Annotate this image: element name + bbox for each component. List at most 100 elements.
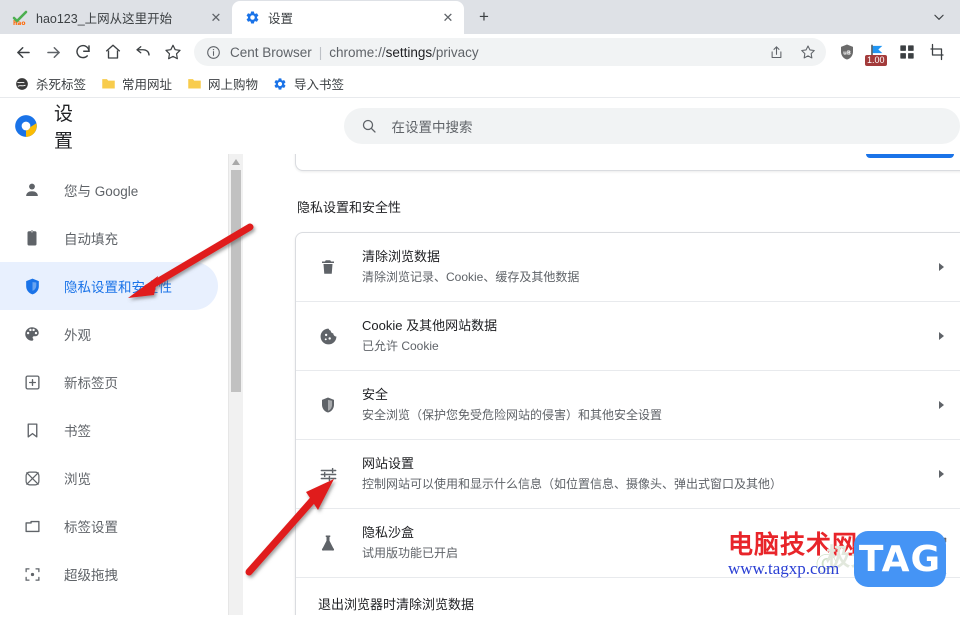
row-cookies[interactable]: Cookie 及其他网站数据 已允许 Cookie xyxy=(296,301,960,370)
flag-extension-icon[interactable]: 1.00 xyxy=(862,37,892,67)
scrollbar-thumb[interactable] xyxy=(231,170,241,392)
row-title: 退出浏览器时清除浏览数据 xyxy=(318,597,475,612)
reload-icon[interactable] xyxy=(68,37,98,67)
super-drag-icon xyxy=(22,564,42,584)
chevron-right-icon[interactable] xyxy=(930,325,952,347)
chrome-settings-logo xyxy=(12,112,40,140)
sidebar-item-label: 新标签页 xyxy=(64,376,118,391)
sidebar-item-privacy-and-security[interactable]: 隐私设置和安全性 xyxy=(0,262,218,310)
browser-tab-settings[interactable]: 设置 ✕ xyxy=(232,1,464,34)
svg-text:uB: uB xyxy=(843,50,851,56)
forward-arrow-icon[interactable] xyxy=(38,37,68,67)
safety-check-row[interactable]: Cent Browser 的安全功能已启用，您可以随时更改这些设置 立即检查 xyxy=(296,154,960,158)
bookmark-folder-common-sites[interactable]: 常用网址 xyxy=(94,71,178,96)
page-scrollbar[interactable] xyxy=(228,154,243,615)
folder-icon xyxy=(186,76,202,92)
row-title: 清除浏览数据 xyxy=(362,249,441,264)
row-clear-browsing-data[interactable]: 清除浏览数据 清除浏览记录、Cookie、缓存及其他数据 xyxy=(296,233,960,301)
site-watermark: Ⓒ 电脑技术网 极光零售 www.tagxp.com www.x27.com T… xyxy=(706,525,952,589)
url-scheme: chrome:// xyxy=(329,44,386,60)
close-icon[interactable]: ✕ xyxy=(440,10,456,26)
tab-settings-icon xyxy=(22,516,42,536)
sidebar-item-new-tab-page[interactable]: 新标签页 xyxy=(0,358,218,406)
sidebar-item-label: 外观 xyxy=(64,328,91,343)
share-icon[interactable] xyxy=(764,40,788,64)
bookmark-label: 杀死标签 xyxy=(36,78,87,92)
sidebar-item-bookmarks[interactable]: 书签 xyxy=(0,406,218,454)
row-security[interactable]: 安全 安全浏览（保护您免受危险网站的侵害）和其他安全设置 xyxy=(296,370,960,439)
row-subtitle: 已允许 Cookie xyxy=(362,339,439,353)
chevron-right-icon[interactable] xyxy=(930,256,952,278)
settings-gear-favicon xyxy=(244,10,260,26)
svg-text:hao: hao xyxy=(13,20,25,26)
person-icon xyxy=(22,180,42,200)
sidebar-item-appearance[interactable]: 外观 xyxy=(0,310,218,358)
address-bar-text[interactable]: Cent Browser | chrome:// settings /priva… xyxy=(230,45,756,60)
palette-icon xyxy=(22,324,42,344)
home-icon[interactable] xyxy=(98,37,128,67)
browser-brand-label: Cent Browser xyxy=(230,44,312,60)
clipboard-icon xyxy=(22,228,42,248)
ublock-origin-icon[interactable]: uB xyxy=(832,37,862,67)
row-subtitle: 清除浏览记录、Cookie、缓存及其他数据 xyxy=(362,270,580,284)
row-title: 网站设置 xyxy=(362,456,415,471)
url-path: /privacy xyxy=(432,44,479,60)
new-tab-icon xyxy=(22,372,42,392)
close-icon[interactable]: ✕ xyxy=(208,10,224,26)
sidebar-item-label: 您与 Google xyxy=(64,184,139,199)
search-input[interactable]: 在设置中搜索 xyxy=(343,107,960,144)
chevron-right-icon[interactable] xyxy=(930,463,952,485)
scroll-up-arrow-icon[interactable] xyxy=(229,156,243,168)
back-arrow-icon[interactable] xyxy=(8,37,38,67)
settings-header: 设置 在设置中搜索 xyxy=(0,98,960,154)
safety-check-button[interactable]: 立即检查 xyxy=(865,154,954,158)
sidebar-item-browse[interactable]: 浏览 xyxy=(0,454,218,502)
sidebar-item-super-drag[interactable]: 超级拖拽 xyxy=(0,550,218,598)
search-icon xyxy=(360,117,378,135)
row-body: Cookie 及其他网站数据 已允许 Cookie xyxy=(362,316,906,356)
page-title: 设置 xyxy=(54,103,74,152)
hao123-favicon: hao xyxy=(12,10,28,26)
bookmark-label: 网上购物 xyxy=(208,78,259,92)
bookmark-item-kill-tabs[interactable]: 杀死标签 xyxy=(8,71,92,96)
shield-icon xyxy=(22,276,42,296)
tab-title: hao123_上网从这里开始 xyxy=(36,12,173,26)
row-site-settings[interactable]: 网站设置 控制网站可以使用和显示什么信息（如位置信息、摄像头、弹出式窗口及其他） xyxy=(296,439,960,508)
folder-icon xyxy=(100,76,116,92)
info-circle-icon[interactable] xyxy=(204,43,222,61)
sidebar-item-label: 标签设置 xyxy=(64,520,118,535)
star-outline-icon[interactable] xyxy=(158,37,188,67)
globe-icon xyxy=(14,76,30,92)
tune-icon xyxy=(318,464,338,484)
star-icon[interactable] xyxy=(796,40,820,64)
capture-icon[interactable] xyxy=(922,37,952,67)
bookmark-item-import[interactable]: 导入书签 xyxy=(266,71,350,96)
new-tab-button[interactable]: + xyxy=(470,3,498,31)
row-title: Cookie 及其他网站数据 xyxy=(362,318,498,333)
safety-check-card[interactable]: Cent Browser 的安全功能已启用，您可以随时更改这些设置 立即检查 xyxy=(295,154,960,171)
undo-arrow-icon[interactable] xyxy=(128,37,158,67)
sidebar-item-you-and-google[interactable]: 您与 Google xyxy=(0,166,218,214)
row-body: 清除浏览数据 清除浏览记录、Cookie、缓存及其他数据 xyxy=(362,247,906,287)
url-host: settings xyxy=(385,44,433,60)
omnibox-separator: | xyxy=(318,44,323,60)
sidebar-item-label: 书签 xyxy=(64,424,91,439)
row-subtitle: 安全浏览（保护您免受危险网站的侵害）和其他安全设置 xyxy=(362,408,663,422)
chevron-down-icon[interactable] xyxy=(924,4,954,30)
trash-icon xyxy=(318,257,338,277)
chevron-right-icon[interactable] xyxy=(930,394,952,416)
sidebar-item-label: 自动填充 xyxy=(64,232,118,247)
shield-icon xyxy=(318,395,338,415)
bookmark-label: 常用网址 xyxy=(122,78,173,92)
sidebar-item-autofill[interactable]: 自动填充 xyxy=(0,214,218,262)
watermark-badge: TAG xyxy=(854,531,946,587)
apps-grid-icon[interactable] xyxy=(892,37,922,67)
watermark-url: www.tagxp.com xyxy=(728,559,840,578)
address-bar[interactable]: Cent Browser | chrome:// settings /priva… xyxy=(194,38,826,66)
browser-tab-hao123[interactable]: hao hao123_上网从这里开始 ✕ xyxy=(0,1,232,34)
tab-title: 设置 xyxy=(268,12,294,26)
sidebar-item-tab-settings[interactable]: 标签设置 xyxy=(0,502,218,550)
flask-icon xyxy=(318,533,338,553)
bookmark-folder-shopping[interactable]: 网上购物 xyxy=(180,71,264,96)
settings-sidebar: 您与 Google 自动填充 隐私设置和安全性 外观 新标签页 书签 浏览 标签… xyxy=(0,154,228,615)
